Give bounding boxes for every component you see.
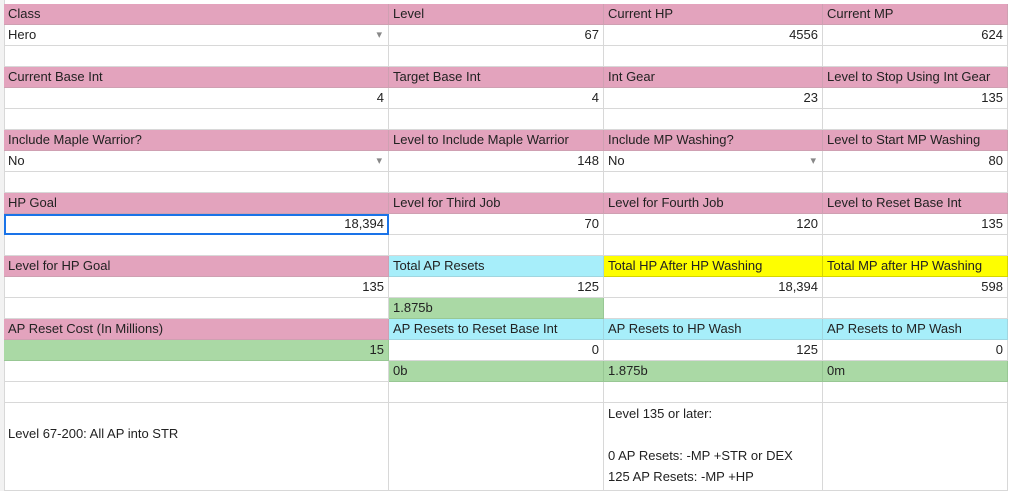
ap-resets-mp-wash-cell[interactable]: 0 [823,340,1008,361]
ap-resets-note-2: 125 AP Resets: -MP +HP [608,469,754,484]
level-stop-int-gear-cell[interactable]: 135 [823,88,1008,109]
reset-base-int-cost-cell[interactable]: 0b [389,361,604,382]
empty-cell[interactable] [823,235,1008,256]
empty-cell[interactable] [604,298,823,319]
level-header[interactable]: Level [389,4,604,25]
level-cell[interactable]: 67 [389,25,604,46]
level-third-job-cell[interactable]: 70 [389,214,604,235]
level-later-note: Level 135 or later: [608,406,713,421]
current-base-int-header[interactable]: Current Base Int [4,67,389,88]
empty-cell[interactable] [604,109,823,130]
empty-cell[interactable] [823,403,1008,491]
level-include-maple-warrior-header[interactable]: Level to Include Maple Warrior [389,130,604,151]
current-mp-cell[interactable]: 624 [823,25,1008,46]
ap-resets-note-1: 0 AP Resets: -MP +STR or DEX [608,448,793,463]
empty-cell[interactable] [823,109,1008,130]
class-header[interactable]: Class [4,4,389,25]
hp-wash-cost-cell[interactable]: 1.875b [604,361,823,382]
level-third-job-header[interactable]: Level for Third Job [389,193,604,214]
int-gear-header[interactable]: Int Gear [604,67,823,88]
ap-reset-cost-cell[interactable]: 15 [4,340,389,361]
mp-wash-cost-cell[interactable]: 0m [823,361,1008,382]
level-hp-goal-header[interactable]: Level for HP Goal [4,256,389,277]
level-hp-goal-cell[interactable]: 135 [4,277,389,298]
level-range-note: Level 67-200: All AP into STR [8,426,179,441]
include-mp-washing-header[interactable]: Include MP Washing? [604,130,823,151]
current-hp-cell[interactable]: 4556 [604,25,823,46]
level-fourth-job-header[interactable]: Level for Fourth Job [604,193,823,214]
hp-goal-cell[interactable]: 18,394 [4,214,389,235]
empty-cell[interactable] [4,46,389,67]
include-maple-warrior-value: No [8,153,25,168]
level-fourth-job-cell[interactable]: 120 [604,214,823,235]
empty-cell[interactable] [604,172,823,193]
total-mp-after-washing-header[interactable]: Total MP after HP Washing [823,256,1008,277]
include-maple-warrior-header[interactable]: Include Maple Warrior? [4,130,389,151]
ap-resets-hp-wash-header[interactable]: AP Resets to HP Wash [604,319,823,340]
level-include-maple-warrior-cell[interactable]: 148 [389,151,604,172]
ap-reset-cost-header[interactable]: AP Reset Cost (In Millions) [4,319,389,340]
target-base-int-header[interactable]: Target Base Int [389,67,604,88]
ap-resets-reset-base-int-cell[interactable]: 0 [389,340,604,361]
empty-cell[interactable] [389,172,604,193]
int-gear-cell[interactable]: 23 [604,88,823,109]
empty-cell[interactable] [389,109,604,130]
level-start-mp-washing-header[interactable]: Level to Start MP Washing [823,130,1008,151]
empty-cell[interactable] [4,382,389,403]
empty-cell[interactable] [389,382,604,403]
total-hp-after-washing-cell[interactable]: 18,394 [604,277,823,298]
spreadsheet-grid: Class Level Current HP Current MP Hero 6… [0,0,1017,491]
reset-plan-note-cell[interactable]: Level 135 or later: 0 AP Resets: -MP +ST… [604,403,823,491]
total-mp-after-washing-cell[interactable]: 598 [823,277,1008,298]
ap-resets-mp-wash-header[interactable]: AP Resets to MP Wash [823,319,1008,340]
class-value: Hero [8,27,37,42]
ap-resets-reset-base-int-header[interactable]: AP Resets to Reset Base Int [389,319,604,340]
empty-cell[interactable] [4,109,389,130]
current-base-int-cell[interactable]: 4 [4,88,389,109]
class-dropdown-cell[interactable]: Hero [4,25,389,46]
empty-cell[interactable] [4,172,389,193]
total-ap-resets-cost-cell[interactable]: 1.875b [389,298,604,319]
total-ap-resets-header[interactable]: Total AP Resets [389,256,604,277]
empty-cell[interactable] [823,382,1008,403]
total-hp-after-washing-header[interactable]: Total HP After HP Washing [604,256,823,277]
empty-cell[interactable] [604,46,823,67]
total-ap-resets-cell[interactable]: 125 [389,277,604,298]
empty-cell[interactable] [823,298,1008,319]
empty-cell[interactable] [4,298,389,319]
empty-cell[interactable] [4,235,389,256]
empty-cell[interactable] [604,235,823,256]
empty-cell[interactable] [823,172,1008,193]
empty-cell[interactable] [604,382,823,403]
hp-goal-header[interactable]: HP Goal [4,193,389,214]
empty-cell[interactable] [823,46,1008,67]
level-reset-base-int-header[interactable]: Level to Reset Base Int [823,193,1008,214]
current-hp-header[interactable]: Current HP [604,4,823,25]
target-base-int-cell[interactable]: 4 [389,88,604,109]
empty-cell[interactable] [389,235,604,256]
empty-cell[interactable] [389,403,604,491]
include-mp-washing-dropdown[interactable]: No [604,151,823,172]
empty-cell[interactable] [389,46,604,67]
current-mp-header[interactable]: Current MP [823,4,1008,25]
level-stop-int-gear-header[interactable]: Level to Stop Using Int Gear [823,67,1008,88]
ap-resets-hp-wash-cell[interactable]: 125 [604,340,823,361]
empty-cell[interactable] [4,361,389,382]
level-reset-base-int-cell[interactable]: 135 [823,214,1008,235]
level-start-mp-washing-cell[interactable]: 80 [823,151,1008,172]
include-mp-washing-value: No [608,153,625,168]
level-range-note-cell[interactable]: Level 67-200: All AP into STR [4,403,389,491]
include-maple-warrior-dropdown[interactable]: No [4,151,389,172]
